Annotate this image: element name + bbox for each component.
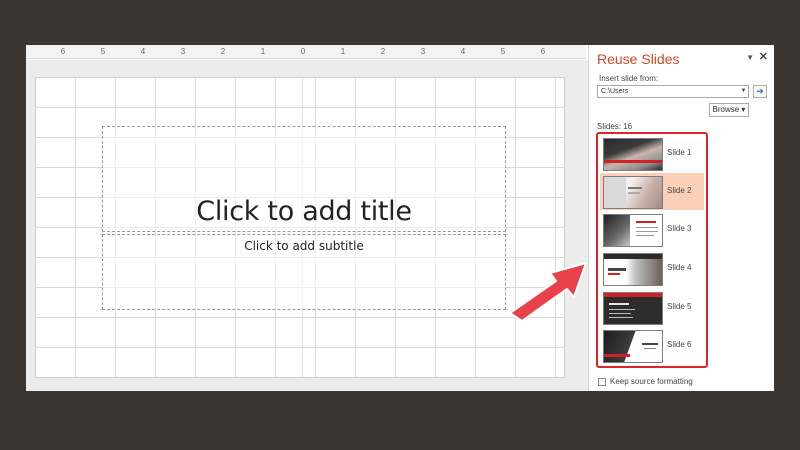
slide-editing-area: Click to add title Click to add subtitle: [26, 60, 588, 391]
close-icon[interactable]: ✕: [759, 50, 768, 63]
slide-canvas[interactable]: Click to add title Click to add subtitle: [35, 77, 565, 378]
slide-thumbnail: [603, 292, 663, 325]
ruler-tick: 4: [460, 47, 466, 56]
browse-button[interactable]: Browse ▾: [709, 103, 749, 117]
slide-label: Slide 1: [667, 148, 692, 157]
slide-thumbnail: [603, 176, 663, 209]
ruler-tick: 3: [180, 47, 186, 56]
slide-label: Slide 5: [667, 302, 692, 311]
slide-label: Slide 2: [667, 186, 692, 195]
ruler-tick: 6: [540, 47, 546, 56]
slide-item-3[interactable]: Slide 3: [600, 211, 704, 248]
slide-thumbnail: [603, 214, 663, 247]
insert-slide-path-input[interactable]: C:\Users: [597, 85, 749, 98]
powerpoint-window: 6 5 4 3 2 1 0 1 2 3 4 5 6 Click to add t…: [26, 45, 774, 391]
go-arrow-button[interactable]: ➜: [753, 85, 767, 98]
keep-source-formatting-checkbox[interactable]: [598, 377, 606, 386]
pane-options-icon[interactable]: ▼: [746, 53, 754, 62]
ruler-tick: 2: [220, 47, 226, 56]
ruler-tick: 2: [380, 47, 386, 56]
horizontal-ruler: 6 5 4 3 2 1 0 1 2 3 4 5 6: [26, 45, 586, 59]
keep-source-formatting-label: Keep source formatting: [610, 377, 693, 386]
slides-count: Slides: 16: [597, 122, 633, 131]
ruler-tick: 5: [500, 47, 506, 56]
slide-item-6[interactable]: Slide 6: [600, 327, 704, 364]
slide-thumbnail: [603, 138, 663, 171]
ruler-tick: 1: [340, 47, 346, 56]
slide-thumbnail: [603, 330, 663, 363]
slide-item-5[interactable]: Slide 5: [600, 289, 704, 326]
slide-item-2[interactable]: Slide 2: [600, 173, 704, 210]
subtitle-placeholder[interactable]: Click to add subtitle: [102, 234, 506, 310]
red-arrow-icon: [509, 262, 587, 322]
ruler-tick: 4: [140, 47, 146, 56]
slide-item-1[interactable]: Slide 1: [600, 135, 704, 172]
chevron-down-icon[interactable]: ▼: [738, 85, 749, 98]
reuse-slides-pane: Reuse Slides ▼ ✕ Insert slide from: C:\U…: [588, 45, 774, 391]
slide-label: Slide 3: [667, 224, 692, 233]
ruler-tick: 3: [420, 47, 426, 56]
ruler-tick: 0: [300, 47, 306, 56]
subtitle-placeholder-text: Click to add subtitle: [244, 239, 364, 253]
slide-item-4[interactable]: Slide 4: [600, 250, 704, 287]
slide-thumbnail: [603, 253, 663, 286]
title-placeholder-text: Click to add title: [196, 196, 412, 227]
ruler-tick: 6: [60, 47, 66, 56]
title-placeholder[interactable]: Click to add title: [102, 126, 506, 232]
pane-title: Reuse Slides: [597, 51, 680, 67]
keep-source-formatting[interactable]: Keep source formatting: [598, 377, 693, 386]
slides-list: Slide 1 Slide 2 Slide 3 Slide 4 Slide 5 …: [596, 132, 708, 368]
slide-label: Slide 6: [667, 340, 692, 349]
ruler-tick: 5: [100, 47, 106, 56]
insert-slide-from-label: Insert slide from:: [599, 74, 659, 83]
ruler-tick: 1: [260, 47, 266, 56]
slide-label: Slide 4: [667, 263, 692, 272]
